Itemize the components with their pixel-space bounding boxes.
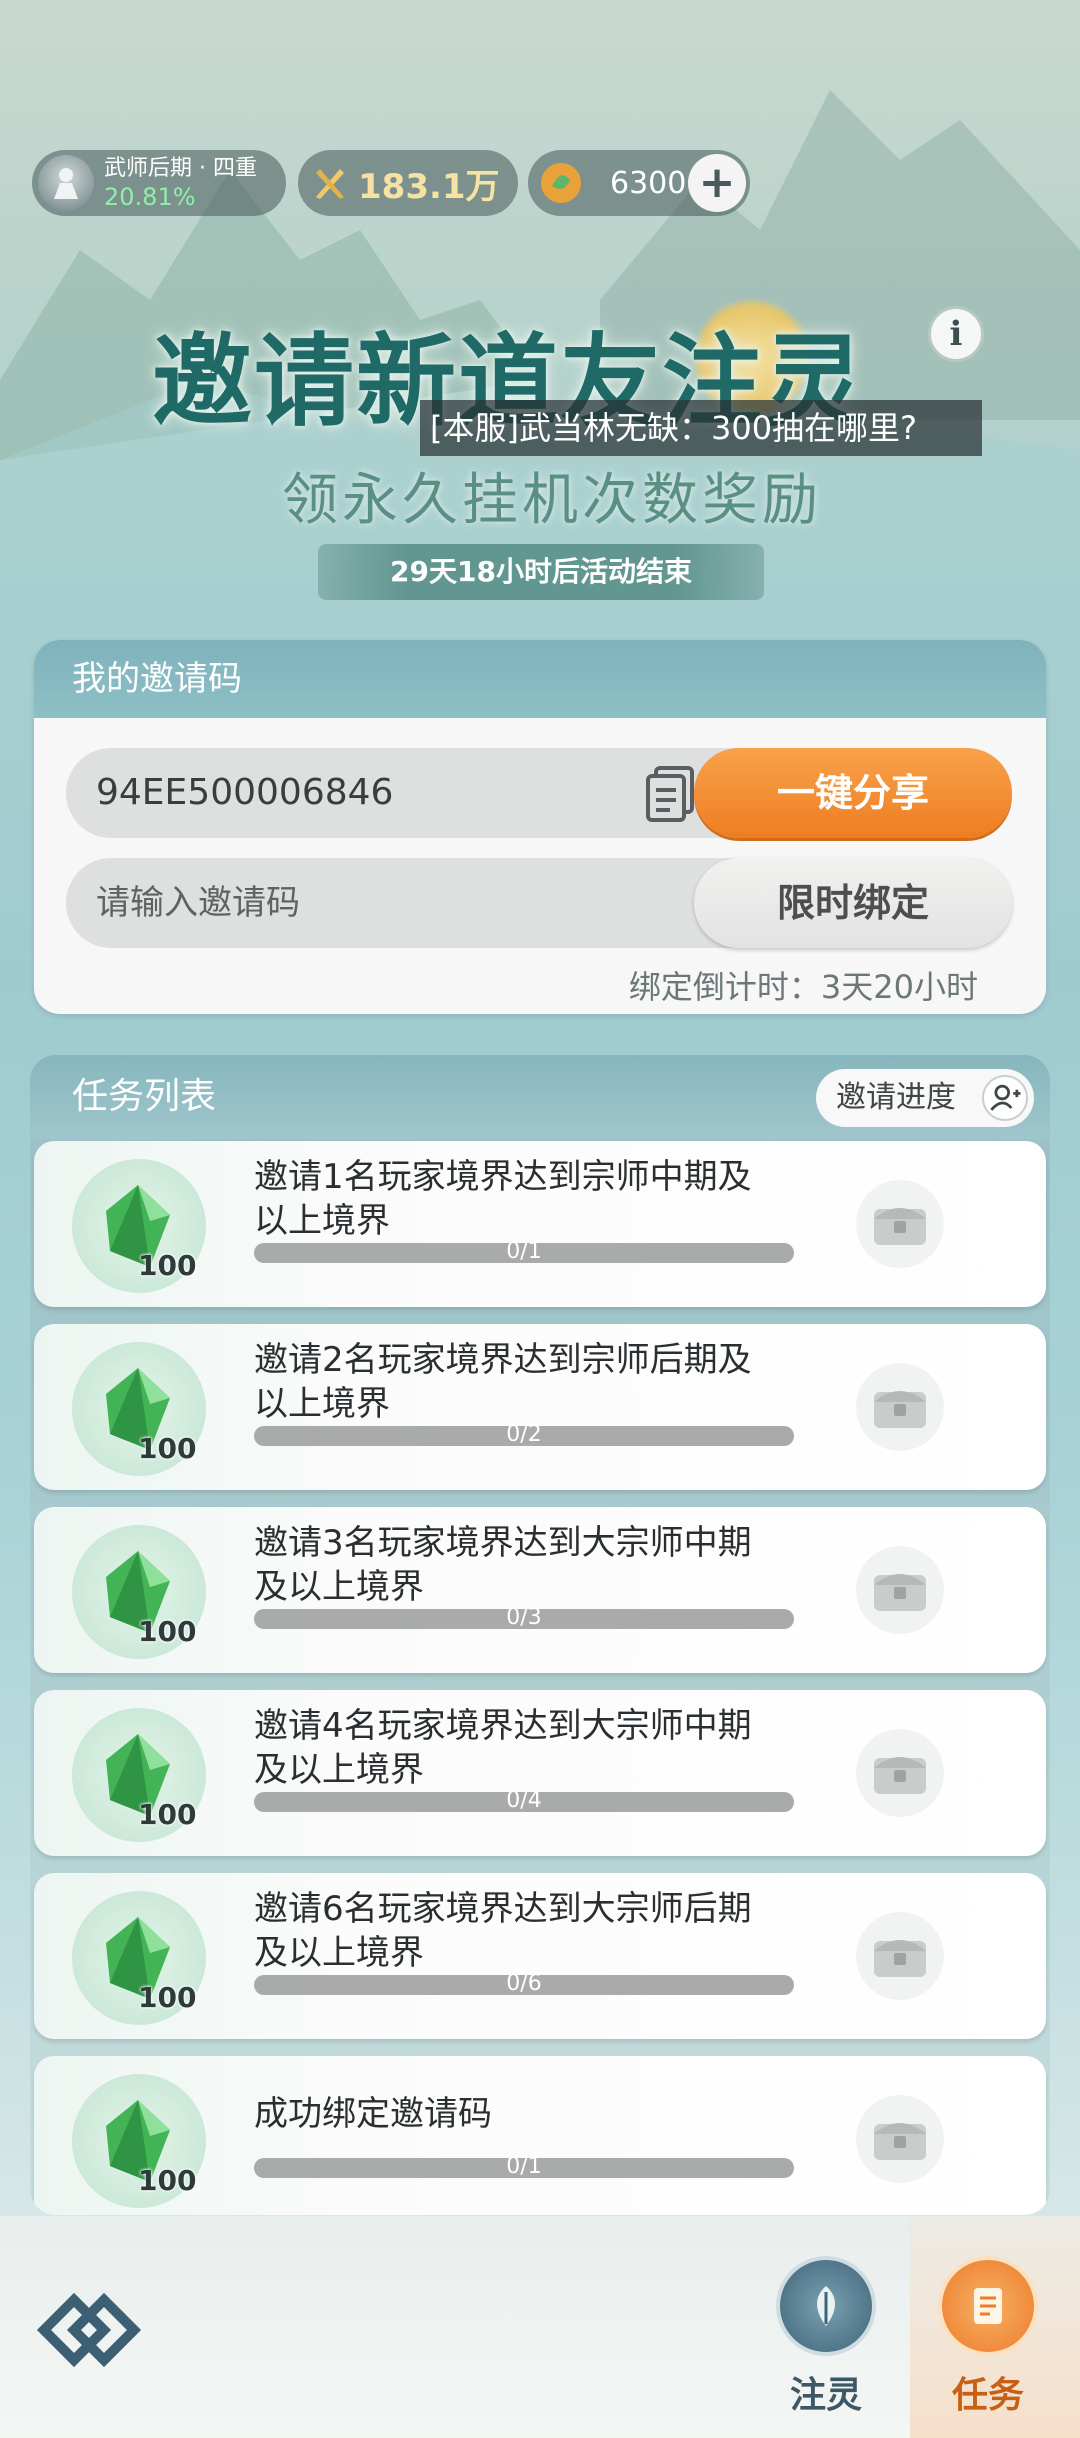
- invite-code: 94EE500006846: [96, 772, 394, 813]
- info-icon[interactable]: i: [928, 306, 984, 362]
- leaf-icon: [776, 2256, 876, 2356]
- user-add-icon: [982, 1075, 1028, 1121]
- task-progress-bar: 0/2: [254, 1422, 794, 1447]
- reward-slot[interactable]: 100: [72, 1159, 206, 1293]
- locked-chest-icon[interactable]: [850, 1545, 950, 1635]
- tab-task-label: 任务: [951, 2375, 1024, 2416]
- invite-panel: 我的邀请码 94EE500006846 一键分享 限时绑定 绑定倒计时：3天20…: [34, 640, 1046, 1014]
- reward-slot[interactable]: 100: [72, 1891, 206, 2025]
- invite-code-row: 94EE500006846 一键分享: [66, 748, 1012, 838]
- combat-power[interactable]: 183.1万: [298, 150, 518, 216]
- reward-slot[interactable]: 100: [72, 1342, 206, 1476]
- reward-count: 100: [138, 1798, 197, 1831]
- task-item[interactable]: 100 邀请3名玩家境界达到大宗师中期及以上境界 0/3: [34, 1507, 1046, 1673]
- task-item[interactable]: 100 邀请1名玩家境界达到宗师中期及以上境界 0/1: [34, 1141, 1046, 1307]
- tab-inject-label: 注灵: [789, 2375, 862, 2416]
- realm-status[interactable]: 武师后期 · 四重 20.81%: [32, 150, 286, 216]
- locked-chest-icon[interactable]: [850, 1728, 950, 1818]
- bottom-nav: 注灵 任务: [0, 2216, 1080, 2438]
- invite-input-row: 限时绑定: [66, 858, 1012, 948]
- invite-panel-title: 我的邀请码: [34, 640, 1046, 718]
- task-description: 邀请3名玩家境界达到大宗师中期及以上境界: [254, 1523, 752, 1607]
- locked-chest-icon[interactable]: [850, 1179, 950, 1269]
- task-progress-text: 0/2: [506, 1422, 542, 1447]
- task-list: 100 邀请1名玩家境界达到宗师中期及以上境界 0/1 100 邀请2名玩家境界…: [34, 1141, 1046, 2215]
- task-progress-text: 0/3: [506, 1605, 542, 1630]
- crossed-swords-icon: [316, 169, 344, 199]
- tab-inject[interactable]: 注灵: [766, 2256, 886, 2426]
- invite-progress-label: 邀请进度: [836, 1080, 956, 1115]
- add-coins-button[interactable]: +: [688, 154, 746, 212]
- task-item[interactable]: 100 邀请4名玩家境界达到大宗师中期及以上境界 0/4: [34, 1690, 1046, 1856]
- task-panel: 任务列表 邀请进度 100 邀请1名玩家境界达到宗师中期及以上境界 0/1 10…: [30, 1055, 1050, 2215]
- reward-count: 100: [138, 1981, 197, 2014]
- locked-chest-icon[interactable]: [850, 2094, 950, 2184]
- task-progress-bar: 0/1: [254, 1239, 794, 1264]
- reward-count: 100: [138, 1615, 197, 1648]
- reward-slot[interactable]: 100: [72, 1708, 206, 1842]
- task-progress-bar: 0/4: [254, 1788, 794, 1813]
- realm-name: 武师后期 · 四重: [104, 156, 257, 181]
- task-progress-text: 0/6: [506, 1971, 542, 1996]
- realm-progress: 20.81%: [104, 183, 196, 211]
- bind-button[interactable]: 限时绑定: [694, 858, 1012, 948]
- task-item[interactable]: 100 邀请2名玩家境界达到宗师后期及以上境界 0/2: [34, 1324, 1046, 1490]
- task-item[interactable]: 100 邀请6名玩家境界达到大宗师后期及以上境界 0/6: [34, 1873, 1046, 2039]
- reward-slot[interactable]: 100: [72, 1525, 206, 1659]
- share-button[interactable]: 一键分享: [694, 748, 1012, 838]
- coin-value: 6300: [610, 165, 687, 201]
- task-description: 邀请1名玩家境界达到宗师中期及以上境界: [254, 1157, 752, 1241]
- coin-balance[interactable]: 6300 +: [528, 150, 750, 216]
- tab-task[interactable]: 任务: [928, 2256, 1048, 2426]
- task-description: 邀请2名玩家境界达到宗师后期及以上境界: [254, 1340, 752, 1424]
- event-subtitle: 领永久挂机次数奖励: [282, 468, 822, 533]
- invite-code-input[interactable]: [96, 858, 696, 948]
- locked-chest-icon[interactable]: [850, 1362, 950, 1452]
- locked-chest-icon[interactable]: [850, 1911, 950, 2001]
- invite-progress-button[interactable]: 邀请进度: [816, 1069, 1034, 1127]
- task-progress-bar: 0/3: [254, 1605, 794, 1630]
- reward-count: 100: [138, 1249, 197, 1282]
- chat-broadcast[interactable]: [本服]武当林无缺：300抽在哪里?: [420, 400, 982, 456]
- task-description: 邀请4名玩家境界达到大宗师中期及以上境界: [254, 1706, 752, 1790]
- bind-countdown: 绑定倒计时：3天20小时: [628, 968, 978, 1006]
- warrior-avatar-icon: [38, 155, 94, 211]
- event-timer: 29天18小时后活动结束: [318, 544, 764, 600]
- power-value: 183.1万: [358, 166, 500, 207]
- task-panel-header: 任务列表 邀请进度: [30, 1055, 1050, 1139]
- task-progress-text: 0/1: [506, 2154, 542, 2179]
- task-progress-bar: 0/1: [254, 2154, 794, 2179]
- task-progress-text: 0/1: [506, 1239, 542, 1264]
- task-list-title: 任务列表: [72, 1076, 217, 1117]
- task-item[interactable]: 100 成功绑定邀请码 0/1: [34, 2056, 1046, 2215]
- reward-count: 100: [138, 2164, 197, 2197]
- task-description: 邀请6名玩家境界达到大宗师后期及以上境界: [254, 1889, 752, 1973]
- reward-count: 100: [138, 1432, 197, 1465]
- spirit-coin-icon: [541, 163, 581, 203]
- game-logo-icon[interactable]: [34, 2290, 144, 2370]
- task-progress-bar: 0/6: [254, 1971, 794, 1996]
- task-progress-text: 0/4: [506, 1788, 542, 1813]
- scroll-icon: [938, 2256, 1038, 2356]
- task-description: 成功绑定邀请码: [254, 2094, 492, 2134]
- copy-icon[interactable]: [642, 764, 700, 824]
- reward-slot[interactable]: 100: [72, 2074, 206, 2208]
